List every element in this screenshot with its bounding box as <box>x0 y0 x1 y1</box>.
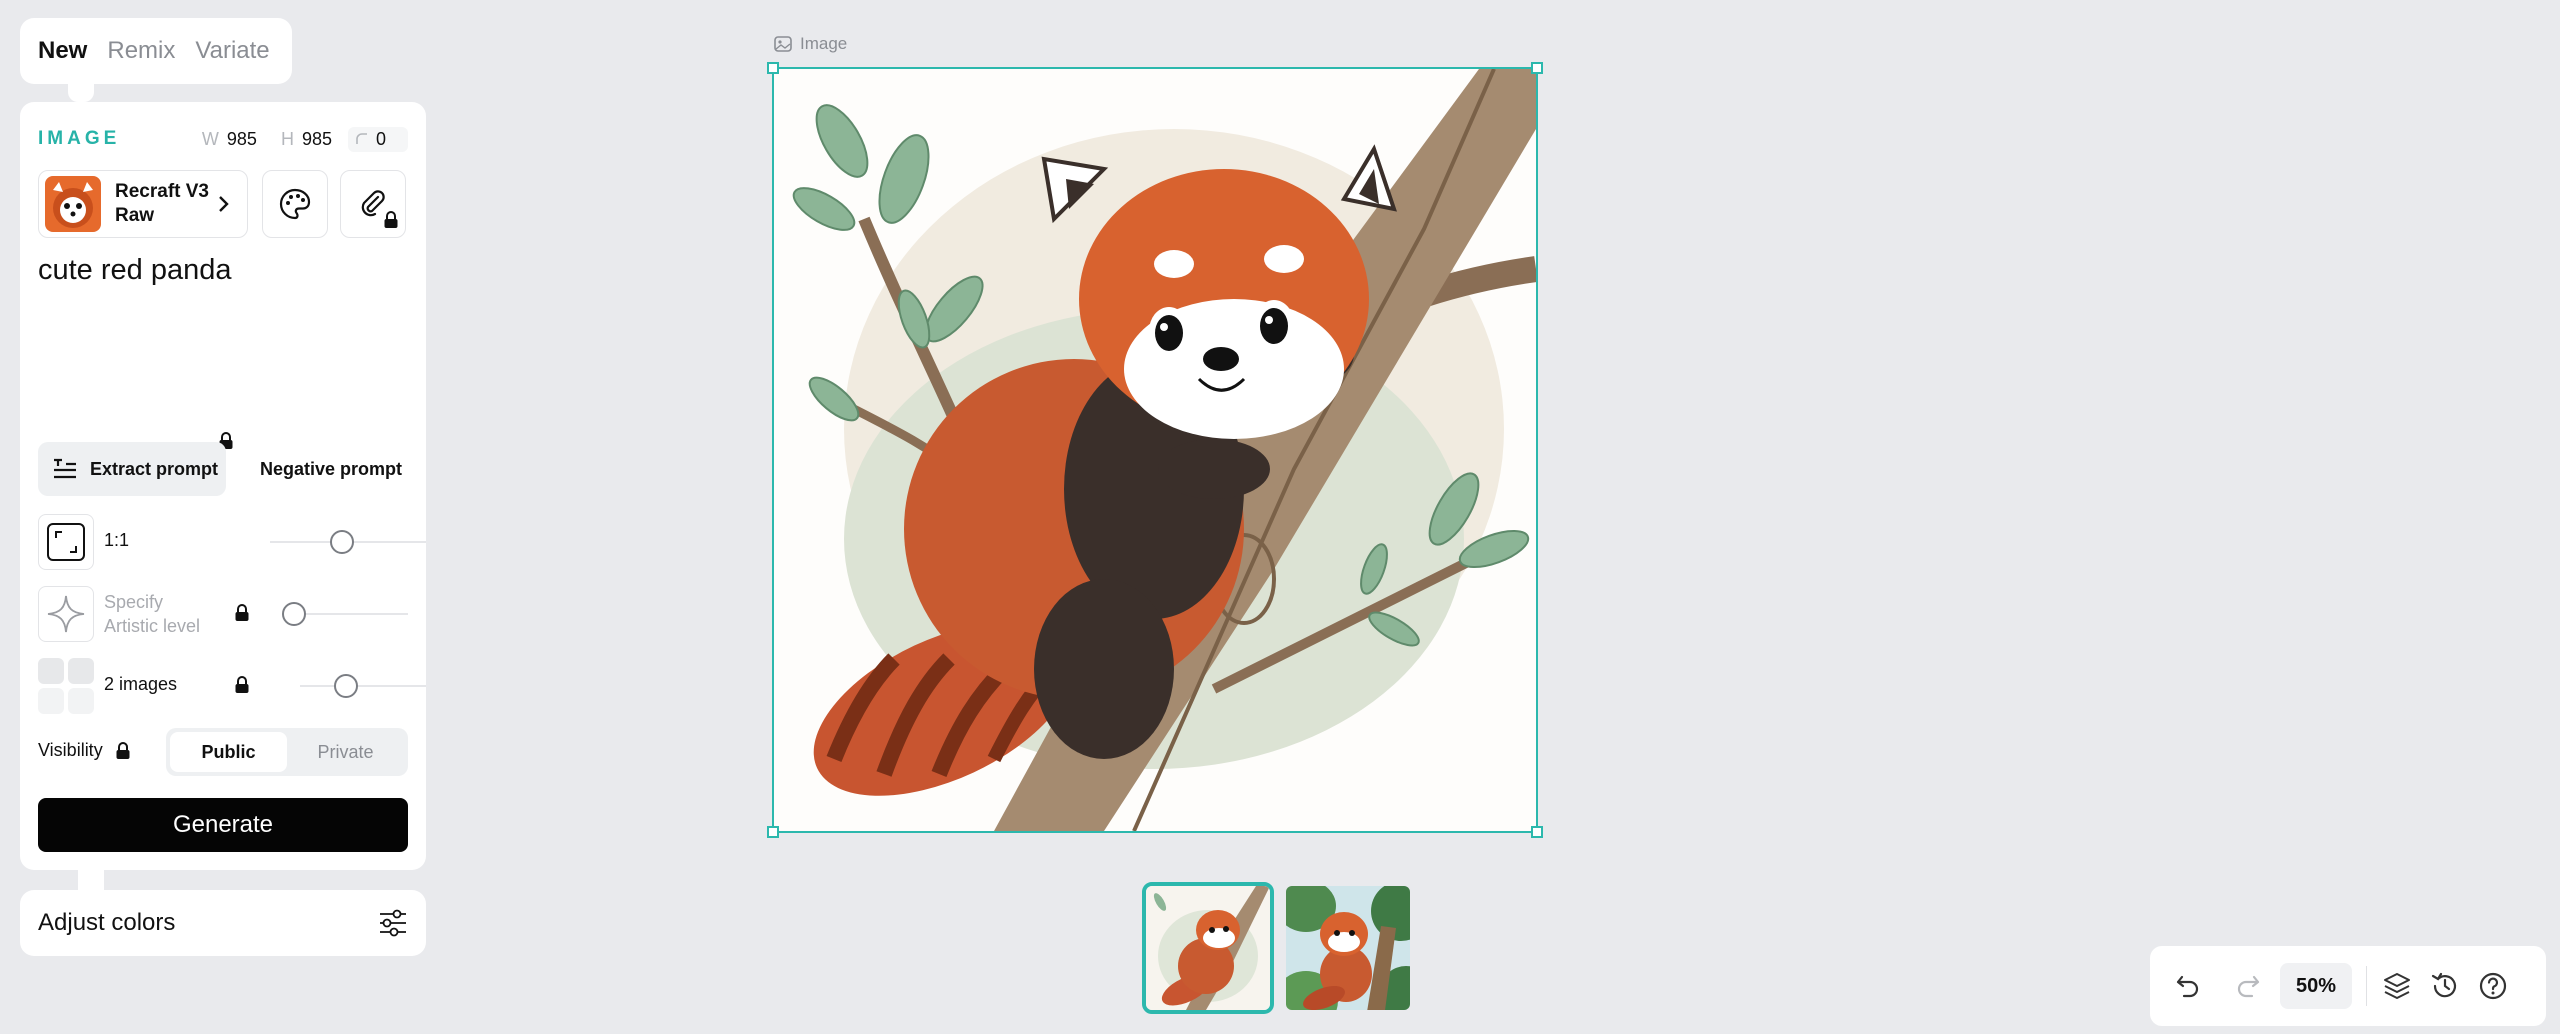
history-button[interactable] <box>2421 962 2469 1010</box>
negative-prompt-button[interactable]: Negative prompt <box>260 442 402 496</box>
undo-icon <box>2176 975 2199 998</box>
width-field[interactable]: W 985 <box>194 127 265 152</box>
redo-button[interactable] <box>2224 962 2272 1010</box>
attach-button[interactable] <box>340 170 406 238</box>
width-value: 985 <box>226 128 257 149</box>
canvas-label-text: Image <box>800 34 848 53</box>
generation-panel: IMAGE W 985 H 985 0 Recraft V3 Raw cute … <box>20 102 426 870</box>
image-icon <box>774 36 792 52</box>
height-key: H <box>280 128 294 149</box>
visibility-label: Visibility <box>38 740 131 761</box>
height-value: 985 <box>301 128 332 149</box>
image-count-slider[interactable] <box>300 674 426 698</box>
aspect-ratio-button[interactable] <box>38 514 94 570</box>
visibility-public[interactable]: Public <box>170 732 287 772</box>
undo-button[interactable] <box>2164 962 2212 1010</box>
resize-handle-bottom-left[interactable] <box>767 826 779 838</box>
help-button[interactable] <box>2469 962 2517 1010</box>
red-panda-illustration <box>774 68 1538 832</box>
mode-tabs: New Remix Variate <box>20 18 292 84</box>
adjust-colors-panel[interactable]: Adjust colors <box>20 890 426 956</box>
aspect-ratio-row: 1:1 <box>38 514 426 570</box>
redo-icon <box>2237 975 2260 998</box>
image-count-row: 2 images <box>38 658 426 714</box>
help-icon <box>2479 972 2507 1000</box>
extract-prompt-label: Extract prompt <box>90 458 219 479</box>
tab-variate[interactable]: Variate <box>195 37 269 65</box>
slider-knob[interactable] <box>330 530 354 554</box>
artistic-level-button[interactable] <box>38 586 94 642</box>
model-selector[interactable]: Recraft V3 Raw <box>38 170 248 238</box>
tab-remix[interactable]: Remix <box>107 37 175 65</box>
section-label: IMAGE <box>38 128 121 149</box>
generate-button[interactable]: Generate <box>38 798 408 852</box>
dimension-fields: W 985 H 985 0 <box>194 126 408 152</box>
corner-radius-field[interactable]: 0 <box>348 126 408 152</box>
lock-icon <box>235 604 249 621</box>
negative-prompt-label: Negative prompt <box>260 458 403 479</box>
layers-button[interactable] <box>2373 962 2421 1010</box>
resize-handle-bottom-right[interactable] <box>1531 826 1543 838</box>
artistic-level-slider[interactable] <box>282 602 408 626</box>
history-icon <box>2431 972 2457 998</box>
extract-prompt-button[interactable]: Extract prompt <box>38 442 226 496</box>
image-count-label: 2 images <box>104 674 178 694</box>
variant-thumbnails <box>1142 882 1414 1014</box>
aspect-ratio-label: 1:1 <box>104 530 130 550</box>
adjust-colors-label: Adjust colors <box>38 909 176 936</box>
visibility-text: Visibility <box>38 740 103 760</box>
chevron-right-icon <box>219 196 229 212</box>
lock-icon <box>116 741 130 759</box>
palette-icon <box>279 188 311 220</box>
panel-connector <box>78 870 104 890</box>
height-field[interactable]: H 985 <box>273 127 340 152</box>
lock-icon <box>384 211 398 228</box>
aspect-ratio-slider[interactable] <box>270 530 426 554</box>
style-palette-button[interactable] <box>262 170 328 238</box>
panel-connector <box>68 84 94 102</box>
tab-new[interactable]: New <box>38 37 87 65</box>
zoom-level[interactable]: 50% <box>2280 963 2353 1009</box>
visibility-private[interactable]: Private <box>287 732 404 772</box>
toolbar-divider <box>2366 966 2368 1006</box>
variant-thumbnail-1[interactable] <box>1142 882 1274 1014</box>
generated-image[interactable] <box>767 62 1543 838</box>
model-name: Recraft V3 Raw <box>115 181 209 226</box>
corner-radius-value: 0 <box>376 128 387 149</box>
width-key: W <box>201 128 219 149</box>
resize-handle-top-right[interactable] <box>1531 62 1543 74</box>
image-grid-icon <box>38 658 94 714</box>
model-thumbnail <box>45 176 101 232</box>
slider-knob[interactable] <box>282 602 306 626</box>
image-header: IMAGE W 985 H 985 0 <box>38 124 408 154</box>
canvas-toolbar: 50% <box>2150 946 2546 1026</box>
visibility-toggle: Public Private <box>166 728 408 776</box>
resize-handle-top-left[interactable] <box>767 62 779 74</box>
prompt-input[interactable]: cute red panda <box>38 254 408 374</box>
artistic-level-label: Specify Artistic level <box>104 592 201 636</box>
sliders-icon[interactable] <box>378 909 408 937</box>
variant-thumbnail-2[interactable] <box>1282 882 1414 1014</box>
corner-radius-icon <box>356 133 367 144</box>
sparkle-icon <box>47 595 85 633</box>
lock-icon <box>235 676 249 693</box>
artistic-level-row: Specify Artistic level <box>38 586 408 642</box>
aspect-ratio-icon <box>47 523 85 561</box>
canvas-image-label: Image <box>774 34 847 54</box>
layers-icon <box>2384 973 2411 999</box>
slider-knob[interactable] <box>334 674 358 698</box>
text-lines-icon <box>54 458 76 479</box>
